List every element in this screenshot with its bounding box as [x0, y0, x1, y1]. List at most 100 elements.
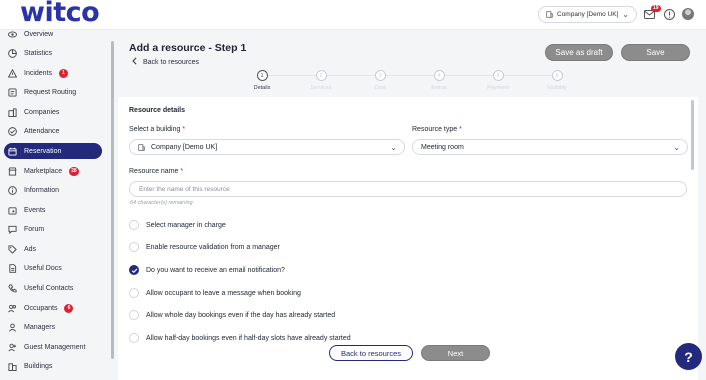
- resource-form-card: Resource details Select a building * Com…: [118, 97, 698, 380]
- sidebar-item-label: Incidents: [24, 69, 53, 77]
- building-icon: [546, 11, 553, 18]
- option-half-day-bookings[interactable]: Allow half-day bookings even if half-day…: [129, 333, 351, 343]
- sidebar-item-incidents[interactable]: Incidents 1: [4, 65, 102, 81]
- guest-icon: [8, 343, 17, 352]
- check-icon: [131, 268, 137, 273]
- incidents-badge: 1: [59, 68, 69, 78]
- save-button[interactable]: Save: [621, 44, 690, 61]
- sidebar-item-statistics[interactable]: Statistics: [4, 45, 102, 61]
- resource-name-label: Resource name *: [129, 168, 183, 175]
- checkbox[interactable]: [129, 288, 139, 298]
- sidebar-item-label: Occupants: [24, 304, 58, 312]
- form-scrollbar[interactable]: [691, 100, 694, 170]
- sidebar-item-useful-contacts[interactable]: Useful Contacts: [4, 280, 102, 296]
- marketplace-badge: 28: [69, 166, 79, 176]
- routing-icon: [8, 87, 17, 97]
- help-button[interactable]: ?: [675, 343, 702, 370]
- required-marker: *: [457, 126, 462, 133]
- sidebar-item-label: Marketplace: [24, 167, 63, 175]
- option-label: Allow half-day bookings even if half-day…: [146, 334, 351, 342]
- calendar-icon: [8, 147, 17, 156]
- sidebar-item-guest-management[interactable]: Guest Management: [4, 339, 102, 355]
- eye-icon: [8, 30, 17, 39]
- character-count-hint: 64 character(s) remaining: [130, 200, 193, 206]
- pie-chart-icon: [8, 48, 17, 58]
- next-button[interactable]: Next: [421, 345, 490, 361]
- back-to-resources-link[interactable]: Back to resources: [132, 57, 199, 67]
- sidebar-item-overview[interactable]: Overview: [4, 26, 102, 42]
- sidebar-item-label: Events: [24, 206, 46, 214]
- chevron-left-icon: [132, 57, 137, 67]
- sidebar-scrollbar[interactable]: [111, 41, 114, 359]
- option-email-notification[interactable]: Do you want to receive an email notifica…: [129, 265, 285, 275]
- save-as-draft-button[interactable]: Save as draft: [545, 44, 613, 61]
- sidebar-item-reservation[interactable]: Reservation: [4, 143, 102, 159]
- sidebar-item-label: Reservation: [24, 147, 62, 155]
- step-payment[interactable]: 5 Payment: [478, 70, 518, 91]
- sidebar-item-label: Companies: [24, 108, 60, 116]
- back-to-resources-button[interactable]: Back to resources: [329, 345, 413, 361]
- sidebar-item-occupants[interactable]: Occupants 6: [4, 300, 102, 316]
- checkbox[interactable]: [129, 310, 139, 320]
- sidebar-item-label: Information: [24, 186, 60, 194]
- sidebar-item-attendance[interactable]: Attendance: [4, 123, 102, 139]
- checkbox[interactable]: [129, 333, 139, 343]
- sidebar-item-marketplace[interactable]: Marketplace 28: [4, 163, 102, 179]
- sidebar-item-label: Guest Management: [24, 343, 86, 351]
- option-label: Allow whole day bookings even if the day…: [146, 311, 336, 319]
- occupants-badge: 6: [64, 303, 74, 313]
- sidebar-item-ads[interactable]: Ads: [4, 241, 102, 257]
- option-leave-message[interactable]: Allow occupant to leave a message when b…: [129, 288, 301, 298]
- sidebar-item-label: Useful Contacts: [24, 284, 74, 292]
- document-icon: [8, 263, 17, 273]
- building-label: Select a building *: [129, 126, 185, 133]
- chevron-down-icon: ⌄: [622, 10, 629, 19]
- avatar[interactable]: [682, 8, 694, 20]
- buildings-icon: [8, 362, 17, 371]
- required-marker: *: [180, 126, 186, 133]
- building-icon: [8, 107, 17, 117]
- option-label: Select manager in charge: [146, 221, 226, 229]
- checkbox[interactable]: [129, 220, 139, 230]
- sidebar-item-useful-docs[interactable]: Useful Docs: [4, 260, 102, 276]
- resource-type-select[interactable]: Meeting room ⌄: [412, 139, 688, 155]
- check-circle-icon: [8, 126, 17, 136]
- alert-icon[interactable]: [663, 8, 675, 20]
- step-visibility[interactable]: 6 Visibility: [537, 70, 577, 91]
- sidebar-item-label: Ads: [24, 245, 37, 253]
- step-label: Visibility: [547, 85, 567, 91]
- sidebar-item-buildings[interactable]: Buildings: [4, 358, 102, 374]
- sidebar-item-events[interactable]: Events: [4, 202, 102, 218]
- step-indicator-tail: 5 Payment 6 Visibility: [118, 70, 598, 96]
- option-label: Do you want to receive an email notifica…: [146, 266, 285, 274]
- option-manager-in-charge[interactable]: Select manager in charge: [129, 220, 226, 230]
- top-bar: witco Company [Demo UK] ⌄ 19: [0, 0, 706, 30]
- sidebar-item-label: Overview: [24, 30, 54, 38]
- witco-logo[interactable]: witco: [20, 0, 100, 28]
- building-select-value: Company [Demo UK]: [151, 143, 218, 151]
- back-link-label: Back to resources: [143, 58, 200, 66]
- phone-icon: [8, 283, 17, 293]
- sidebar-item-companies[interactable]: Companies: [4, 104, 102, 120]
- sidebar-item-information[interactable]: Information: [4, 182, 102, 198]
- page-title: Add a resource - Step 1: [129, 42, 247, 54]
- info-icon: [8, 185, 17, 195]
- sidebar-item-forum[interactable]: Forum: [4, 221, 102, 237]
- checkbox[interactable]: [129, 242, 139, 252]
- company-selector[interactable]: Company [Demo UK] ⌄: [538, 6, 637, 23]
- users-icon: [8, 304, 17, 313]
- section-title: Resource details: [129, 107, 186, 114]
- sidebar-item-request-routing[interactable]: Request Routing: [4, 84, 102, 100]
- step-label: Payment: [487, 85, 509, 91]
- resource-name-input[interactable]: [129, 181, 687, 197]
- checkbox-checked[interactable]: [129, 265, 139, 275]
- warning-icon: [8, 68, 17, 78]
- option-resource-validation[interactable]: Enable resource validation from a manage…: [129, 242, 280, 252]
- sidebar-item-managers[interactable]: Managers: [4, 319, 102, 335]
- building-label-text: Select a building: [129, 126, 181, 133]
- shop-icon: [8, 166, 17, 176]
- company-selector-label: Company [Demo UK]: [557, 11, 619, 18]
- building-select[interactable]: Company [Demo UK] ⌄: [129, 139, 405, 155]
- option-whole-day-bookings[interactable]: Allow whole day bookings even if the day…: [129, 310, 335, 320]
- resource-name-label-text: Resource name: [129, 168, 179, 175]
